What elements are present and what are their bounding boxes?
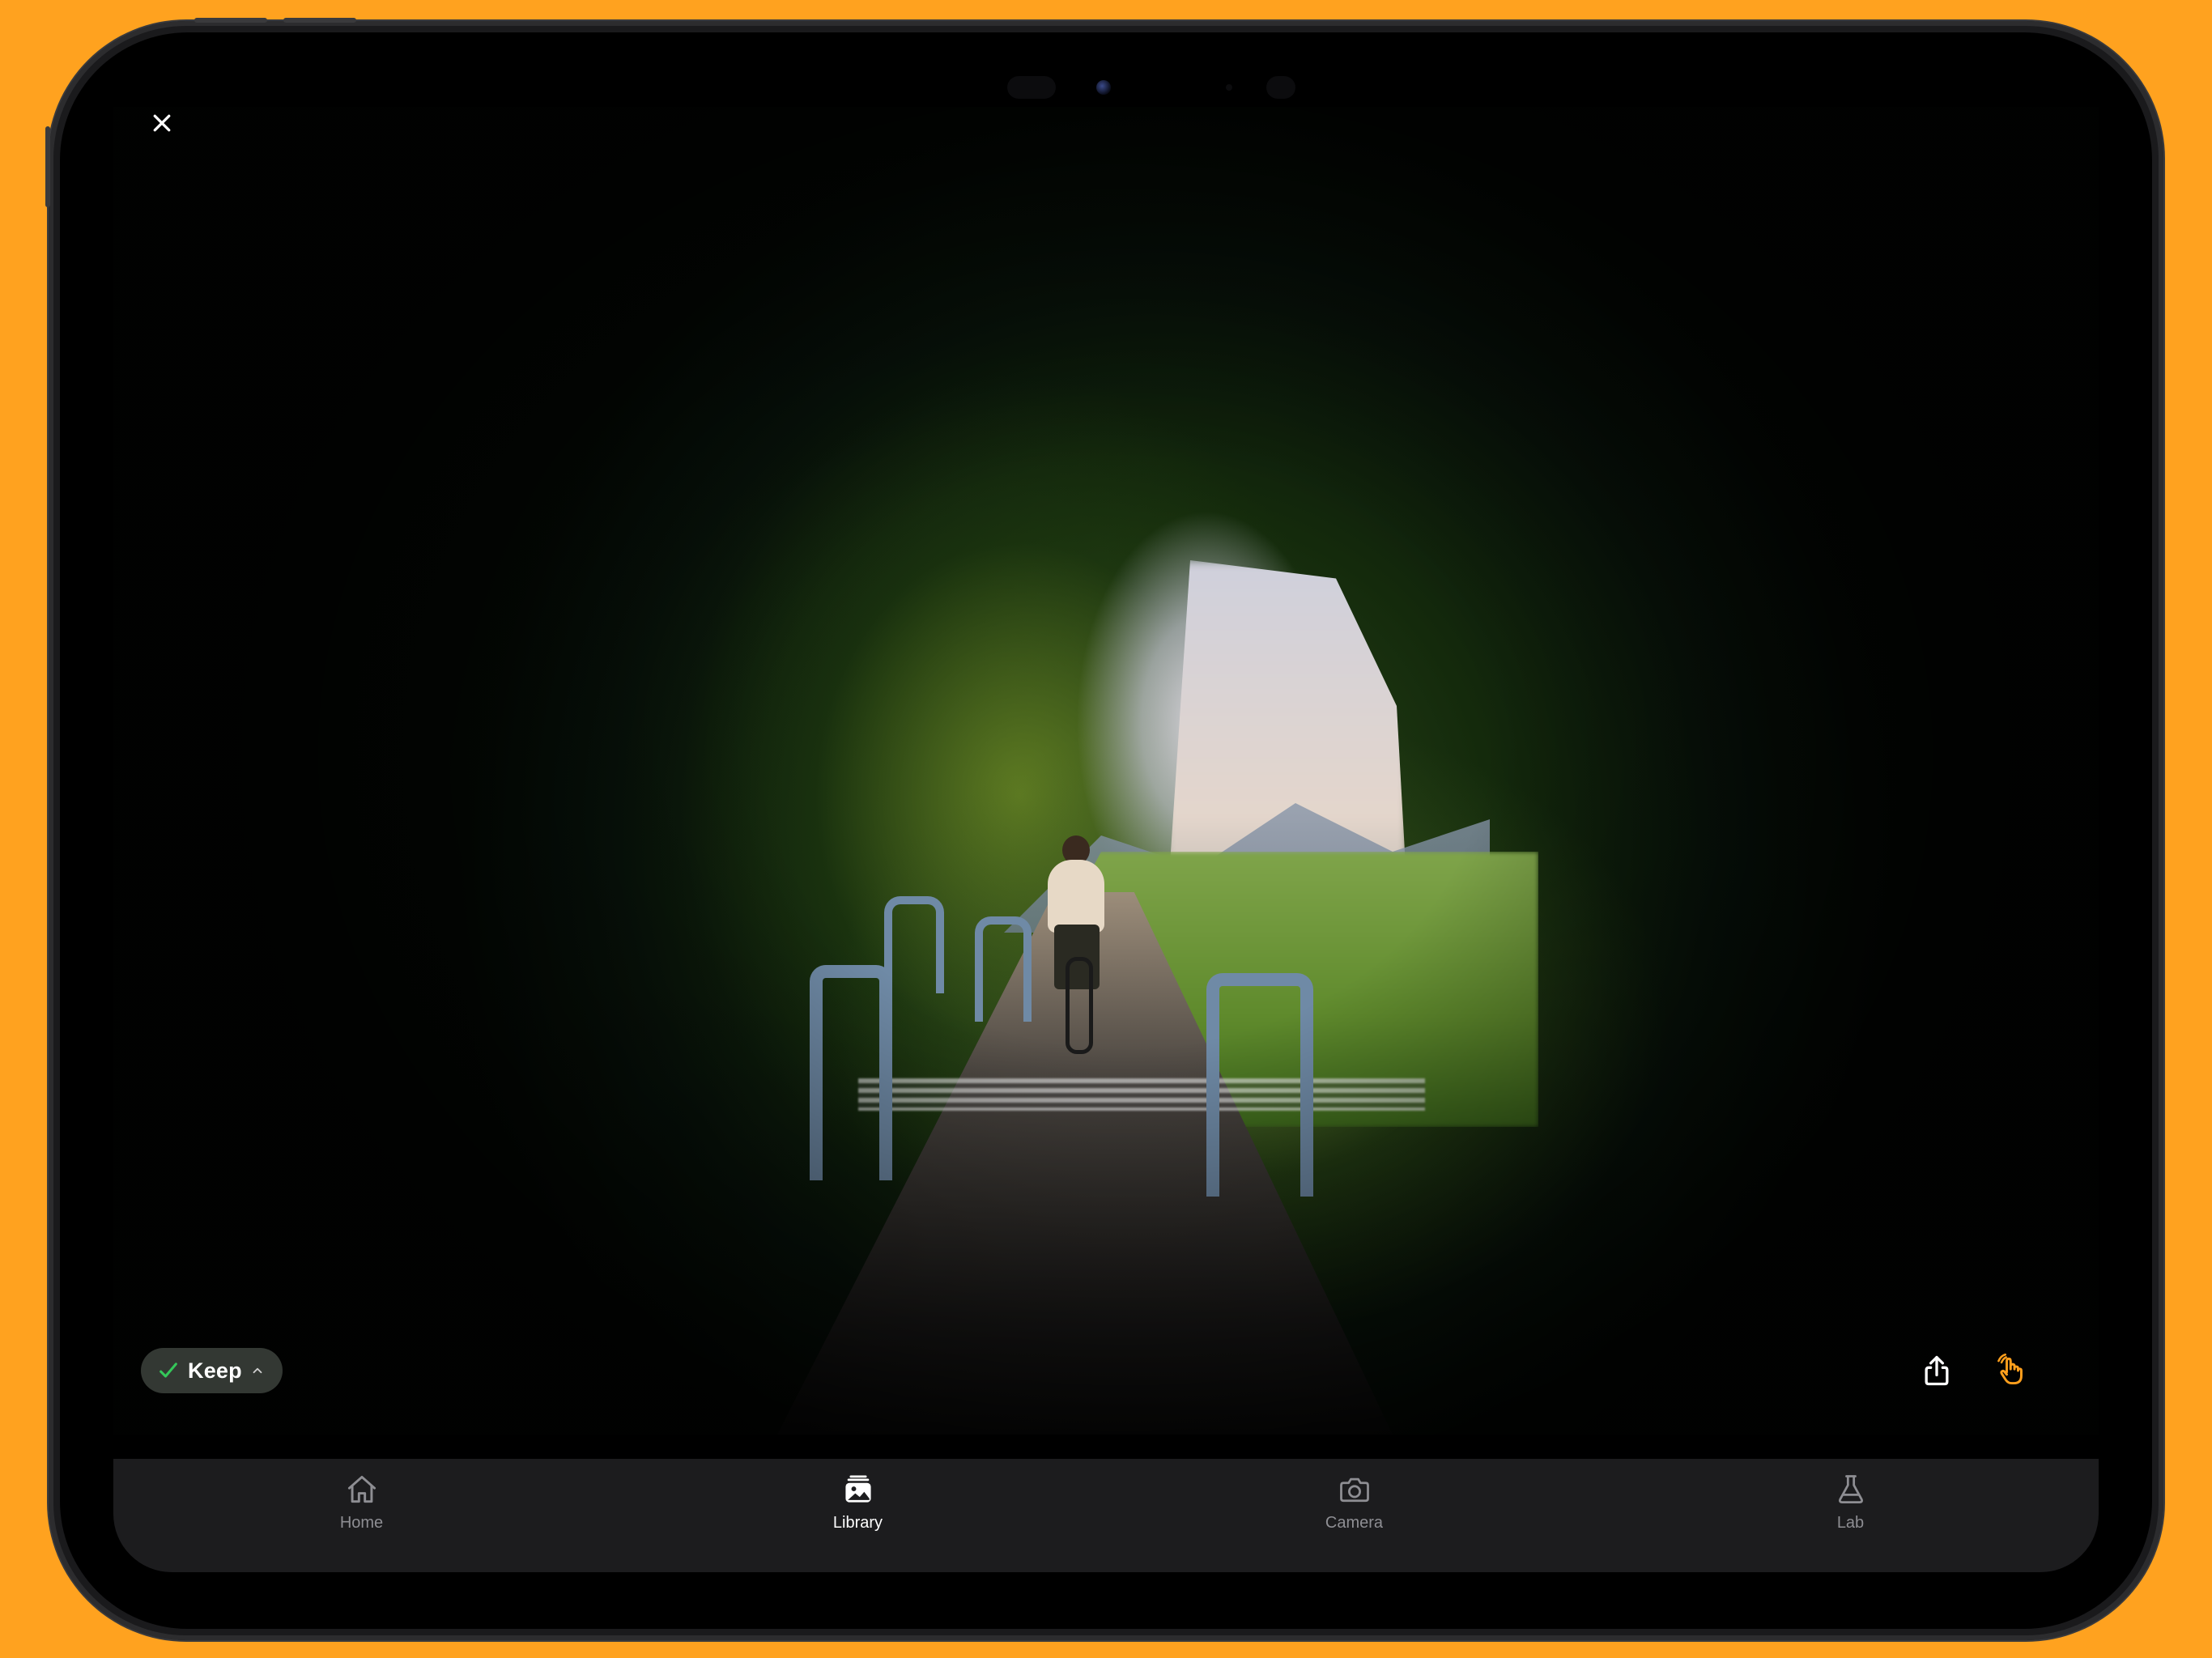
tab-label: Home [339,1514,384,1532]
ipad-frame: Keep Home Library Camera Lab [45,18,2163,1640]
top-button-2 [283,18,356,23]
tab-lab[interactable]: Lab [1770,1459,1932,1533]
hand-gesture-icon [1997,1353,2023,1385]
sensor-right [1266,76,1295,99]
volume-button [45,126,50,207]
checkmark-icon [157,1359,180,1382]
sensor-dot [1226,84,1232,91]
tab-bar: Home Library Camera Lab [113,1459,2099,1572]
close-button[interactable] [138,107,186,147]
chevron-up-icon [250,1363,265,1378]
photo-vignette [113,107,2099,1435]
tab-camera[interactable]: Camera [1274,1459,1436,1533]
keep-label: Keep [188,1358,242,1383]
camera-icon [1339,1477,1369,1503]
house-icon [347,1475,376,1503]
keep-status-button[interactable]: Keep [141,1348,283,1393]
tab-label: Camera [1325,1514,1384,1532]
tab-home[interactable]: Home [281,1459,443,1533]
flask-icon [1838,1475,1863,1503]
photo-stack-icon [844,1475,871,1503]
gesture-button[interactable] [1985,1345,2037,1397]
close-icon [153,114,171,132]
tab-label: Library [832,1514,883,1532]
sensor-left [1007,76,1056,99]
front-camera-housing [1007,74,1347,100]
tab-label: Lab [1836,1514,1865,1532]
front-camera-icon [1096,80,1111,95]
tab-library[interactable]: Library [777,1459,939,1533]
photo-view[interactable] [113,107,2099,1435]
share-button[interactable] [1911,1345,1963,1397]
share-icon [1925,1355,1949,1386]
top-button-1 [194,18,267,23]
app-screen: Keep Home Library Camera Lab [113,107,2099,1572]
